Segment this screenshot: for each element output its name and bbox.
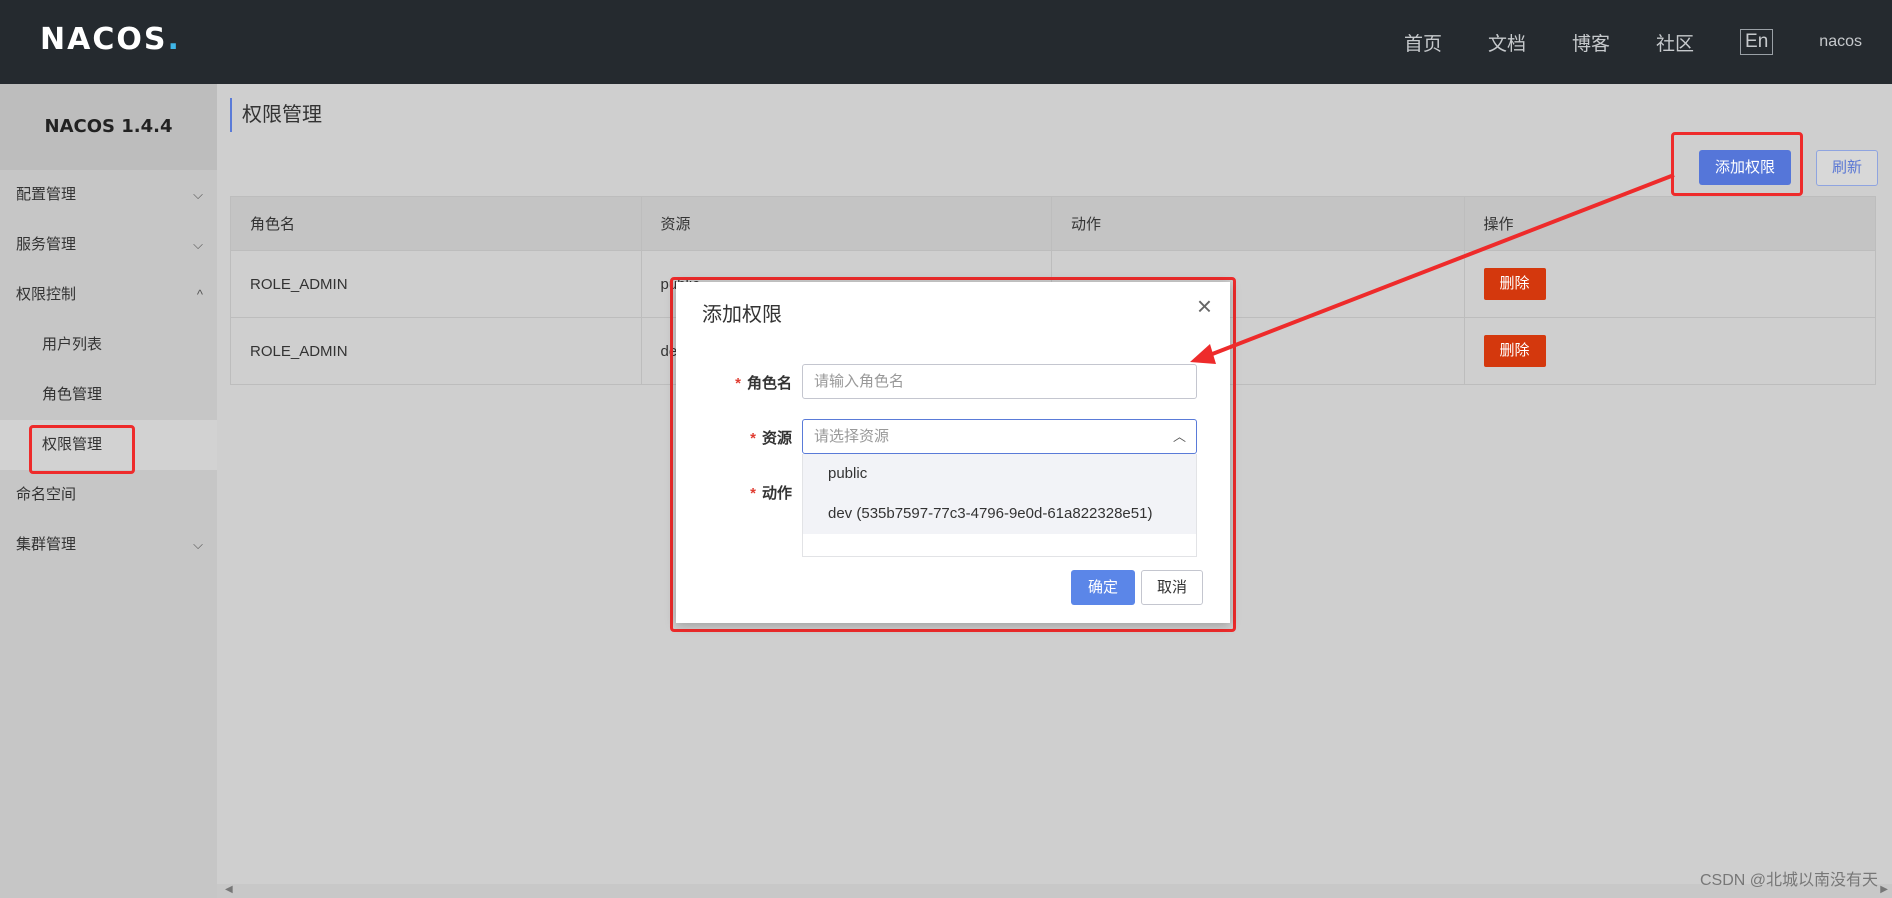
dropdown-option-public[interactable]: public [803,454,1196,494]
user-menu[interactable]: nacos [1819,33,1862,51]
sidebar-item-label: 权限控制 [16,286,77,303]
chevron-down-icon: ⌵ [193,237,203,252]
cell-role: ROLE_ADMIN [231,318,642,384]
annotation-highlight-sidebar [29,425,135,474]
delete-button[interactable]: 删除 [1483,335,1546,367]
close-icon[interactable]: × [1197,292,1212,320]
dialog-title: 添加权限 [702,304,782,326]
cell-operation: 删除 [1465,318,1876,384]
watermark: CSDN @北城以南没有天 [1699,872,1878,889]
top-navbar: NACOS. 首页 文档 博客 社区 En nacos [0,0,1892,84]
chevron-down-icon: ⌵ [193,537,203,552]
sidebar-item-label: 服务管理 [16,236,77,253]
action-label: * 动作 [750,485,792,502]
nacos-logo[interactable]: NACOS. [40,22,181,57]
nav-docs[interactable]: 文档 [1488,29,1526,56]
column-header-role: 角色名 [231,197,642,250]
page-title: 权限管理 [230,98,322,132]
sidebar-item-label: 配置管理 [16,186,77,203]
nav-home[interactable]: 首页 [1404,29,1442,56]
required-mark: * [735,375,741,392]
required-mark: * [750,485,756,502]
add-permission-dialog: 添加权限 × * 角色名 请输入角色名 * 资源 请选择资源 ︿ * 动作 publi… [676,282,1230,623]
sidebar-item-label: 角色管理 [42,386,103,403]
delete-button[interactable]: 删除 [1483,268,1546,300]
confirm-button[interactable]: 确定 [1071,570,1135,605]
sidebar-item-label: 用户列表 [42,336,103,353]
column-header-action: 动作 [1052,197,1465,250]
sidebar-item-cluster[interactable]: 集群管理 ⌵ [0,520,217,570]
sidebar-item-namespace[interactable]: 命名空间 [0,470,217,520]
nav-community[interactable]: 社区 [1656,29,1694,56]
role-name-label: * 角色名 [735,375,792,392]
scroll-right-icon[interactable]: ▶ [1880,884,1888,895]
sidebar-item-user-list[interactable]: 用户列表 [0,320,217,370]
resource-dropdown: public dev (535b7597-77c3-4796-9e0d-61a8… [802,454,1197,557]
scroll-left-icon[interactable]: ◀ [225,884,233,895]
required-mark: * [750,430,756,447]
sidebar-item-label: 命名空间 [16,486,77,503]
chevron-up-icon: ︿ [1172,429,1186,444]
sidebar-item-role-management[interactable]: 角色管理 [0,370,217,420]
chevron-up-icon: ^ [196,287,203,302]
sidebar-item-access-control[interactable]: 权限控制 ^ [0,270,217,320]
chevron-down-icon: ⌵ [193,187,203,202]
sidebar-item-config[interactable]: 配置管理 ⌵ [0,170,217,220]
dropdown-option-dev[interactable]: dev (535b7597-77c3-4796-9e0d-61a822328e5… [803,494,1196,534]
cancel-button[interactable]: 取消 [1141,570,1203,605]
refresh-button[interactable]: 刷新 [1816,150,1878,186]
horizontal-scrollbar[interactable]: ◀ ▶ [217,884,1892,898]
role-name-input[interactable]: 请输入角色名 [802,364,1197,399]
resource-label: * 资源 [750,430,792,447]
cell-role: ROLE_ADMIN [231,251,642,317]
nav-blog[interactable]: 博客 [1572,29,1610,56]
language-switch[interactable]: En [1740,29,1774,55]
cell-operation: 删除 [1465,251,1876,317]
resource-select[interactable]: 请选择资源 ︿ [802,419,1197,454]
sidebar: NACOS 1.4.4 配置管理 ⌵ 服务管理 ⌵ 权限控制 ^ 用户列表 角色… [0,84,217,898]
sidebar-item-label: 集群管理 [16,536,77,553]
resource-select-placeholder: 请选择资源 [814,428,890,445]
annotation-highlight-add-button [1671,132,1803,196]
sidebar-item-service[interactable]: 服务管理 ⌵ [0,220,217,270]
column-header-resource: 资源 [642,197,1052,250]
sidebar-brand: NACOS 1.4.4 [0,84,217,170]
column-header-operation: 操作 [1483,216,1514,233]
table-header: 角色名 资源 动作 操作 [231,197,1875,250]
top-nav: 首页 文档 博客 社区 En nacos [1404,0,1892,84]
